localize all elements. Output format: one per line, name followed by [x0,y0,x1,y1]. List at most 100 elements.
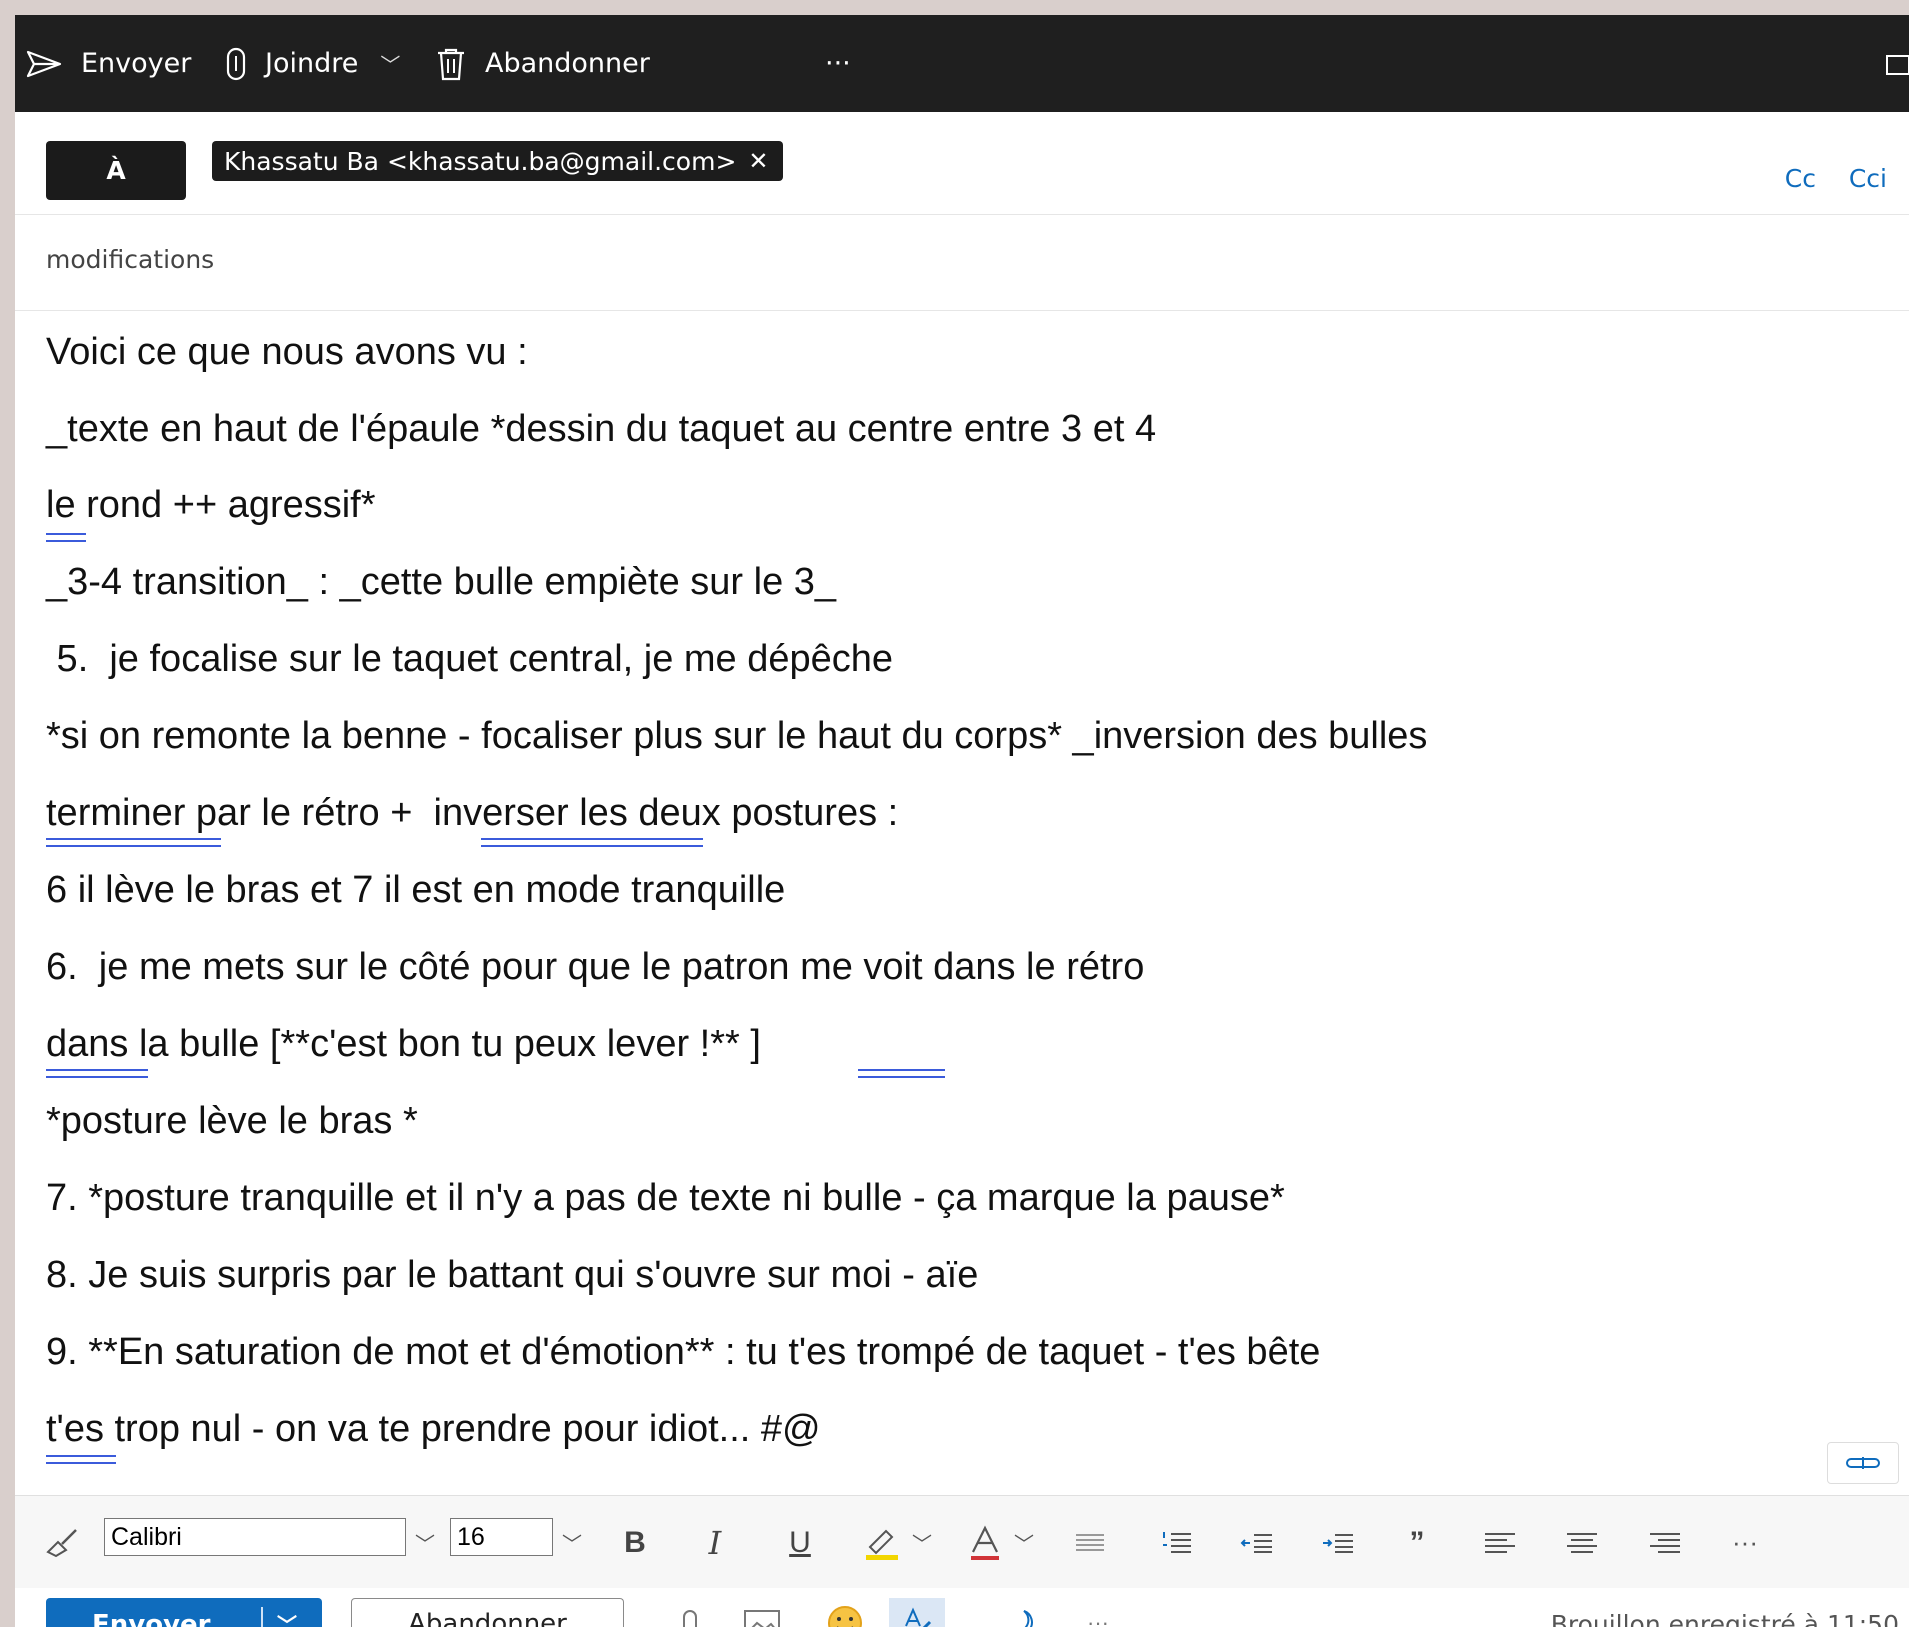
send-toolbar-label: Envoyer [81,48,192,79]
font-color-button[interactable] [963,1496,1007,1589]
spellcheck-mark [46,838,221,847]
body-line: 9. **En saturation de mot et d'émotion**… [46,1331,1321,1373]
emoji-icon [827,1605,863,1627]
body-line: *si on remonte la benne - focaliser plus… [46,715,1428,757]
outdent-icon [1240,1532,1274,1554]
paperclip-icon [225,47,247,81]
body-line: dans la bulle [**c'est bon tu peux lever… [46,1023,761,1065]
expand-button[interactable] [1827,1442,1899,1484]
align-right-button[interactable] [1645,1496,1685,1589]
align-center-button[interactable] [1562,1496,1602,1589]
more-options-button[interactable]: ··· [1078,1598,1118,1627]
chevron-down-icon[interactable]: ﹀ [908,1496,936,1589]
bcc-link[interactable]: Cci [1849,164,1887,193]
discard-toolbar-label: Abandonner [485,48,650,79]
highlight-button[interactable] [857,1496,907,1589]
numbered-list-icon [1161,1530,1193,1556]
body-line: 5. je focalise sur le taquet central, je… [46,638,894,680]
spellcheck-mark [858,1069,945,1078]
discard-toolbar-button[interactable]: Abandonner [435,15,650,112]
body-line: le rond ++ agressif* [46,484,376,526]
more-icon: ··· [825,48,851,79]
discard-button[interactable]: Abandonner [351,1598,624,1627]
trash-icon [435,47,467,81]
bottom-action-bar: Envoyer ﹀ Abandonner ··· Brouillon enreg… [15,1588,1909,1627]
recipients-row: À Khassatu Ba <khassatu.ba@gmail.com> ✕ … [15,112,1909,215]
body-line: 7. *posture tranquille et il n'y a pas d… [46,1177,1285,1219]
bullets-button[interactable] [1070,1496,1110,1589]
attach-toolbar-label: Joindre [265,48,359,79]
more-toolbar-button[interactable]: ··· [825,15,851,112]
more-formatting-button[interactable]: ··· [1725,1496,1765,1589]
body-line: t'es trop nul - on va te prendre pour id… [46,1408,821,1450]
spellcheck-mark [46,1455,116,1464]
recipient-chip[interactable]: Khassatu Ba <khassatu.ba@gmail.com> ✕ [212,141,783,181]
paperclip-icon [682,1609,698,1627]
attach-toolbar-button[interactable]: Joindre ﹀ [225,15,400,112]
brush-icon [44,1528,80,1558]
recipient-text: Khassatu Ba <khassatu.ba@gmail.com> [224,146,737,176]
formatting-toolbar: Calibri ﹀ 16 ﹀ B I U ﹀ ﹀ ” ··· [15,1495,1909,1589]
moon-icon [1004,1607,1036,1627]
bullet-list-icon [1074,1531,1106,1555]
font-size-select[interactable]: 16 [450,1518,553,1556]
body-line: 8. Je suis surpris par le battant qui s'… [46,1254,979,1296]
align-center-icon [1565,1531,1599,1555]
message-body[interactable]: Voici ce que nous avons vu : _texte en h… [15,311,1909,1494]
align-left-button[interactable] [1480,1496,1520,1589]
body-line: *posture lève le bras * [46,1100,418,1142]
to-button[interactable]: À [46,141,186,200]
spellcheck-mark [46,1069,148,1078]
emoji-button[interactable] [823,1598,867,1627]
send-split-divider [261,1607,263,1627]
editor-icon [900,1606,934,1627]
spellcheck-mark [46,533,86,542]
align-left-icon [1483,1531,1517,1555]
body-line: 6. je me mets sur le côté pour que le pa… [46,946,1145,988]
cc-link[interactable]: Cc [1785,164,1816,193]
send-button-label: Envoyer [92,1610,211,1627]
chevron-down-icon[interactable]: ﹀ [277,1598,297,1627]
editor-button[interactable] [889,1598,945,1627]
quote-icon[interactable]: ” [1400,1496,1434,1589]
chevron-down-icon[interactable]: ﹀ [380,49,400,78]
chevron-down-icon[interactable]: ﹀ [410,1496,440,1589]
italic-button[interactable]: I [695,1496,735,1589]
to-label: À [106,156,126,185]
popout-button[interactable] [1881,15,1909,112]
chevron-down-icon[interactable]: ﹀ [557,1496,587,1589]
indent-icon [1321,1532,1355,1554]
format-painter-button[interactable] [37,1496,87,1589]
compose-toolbar: Envoyer Joindre ﹀ Abandonner ··· [15,15,1909,112]
body-line: 6 il lève le bras et 7 il est en mode tr… [46,869,786,911]
body-line: terminer par le rétro + inverser les deu… [46,792,899,834]
send-icon [25,49,63,79]
font-family-select[interactable]: Calibri [104,1518,406,1556]
body-line: _3-4 transition_ : _cette bulle empiète … [46,561,837,603]
chevron-down-icon[interactable]: ﹀ [1010,1496,1038,1589]
subject-row[interactable]: modifications [15,215,1909,311]
underline-button[interactable]: U [780,1496,820,1589]
increase-indent-button[interactable] [1318,1496,1358,1589]
expand-icon [1845,1456,1881,1470]
numbering-button[interactable] [1157,1496,1197,1589]
send-toolbar-button[interactable]: Envoyer [25,15,191,112]
remove-recipient-icon[interactable]: ✕ [748,147,768,175]
image-icon [743,1609,781,1627]
attach-button[interactable] [675,1598,705,1627]
bold-button[interactable]: B [615,1496,655,1589]
body-line: Voici ce que nous avons vu : [46,331,528,373]
popout-icon [1881,50,1909,78]
spellcheck-mark [481,838,703,847]
compose-window: Envoyer Joindre ﹀ Abandonner ··· À Khass… [15,15,1909,1627]
highlighter-icon [862,1525,902,1561]
body-line: _texte en haut de l'épaule *dessin du ta… [46,408,1157,450]
align-right-icon [1648,1531,1682,1555]
insert-picture-button[interactable] [740,1598,784,1627]
send-button[interactable]: Envoyer ﹀ [46,1598,322,1627]
dark-mode-button[interactable] [998,1598,1042,1627]
decrease-indent-button[interactable] [1237,1496,1277,1589]
draft-status: Brouillon enregistré à 11:50 [1550,1610,1899,1627]
font-color-icon [967,1524,1003,1562]
subject-field[interactable]: modifications [46,245,214,274]
